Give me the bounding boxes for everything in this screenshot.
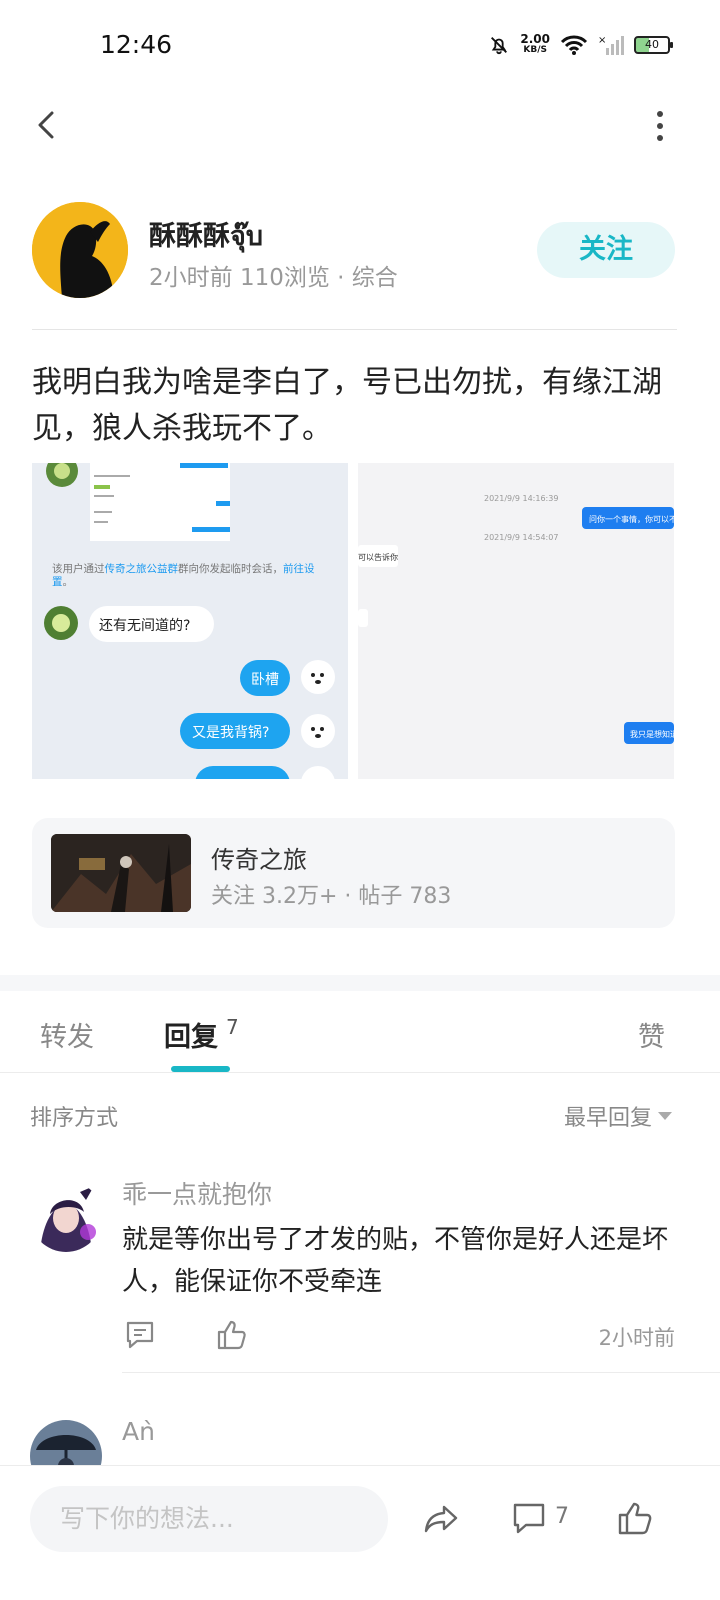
chat-time-2: 2021/9/9 14:54:07 bbox=[484, 533, 559, 542]
status-bar: 12:46 2.00 KB/S × 40 bbox=[0, 0, 720, 90]
chat-time-1: 2021/9/9 14:16:39 bbox=[484, 494, 559, 503]
comment-input[interactable]: 写下你的想法... bbox=[30, 1486, 388, 1552]
tab-active-indicator bbox=[171, 1066, 230, 1072]
game-stats: 关注 3.2万+ · 帖子 783 bbox=[211, 884, 452, 909]
comment-bubble-icon[interactable] bbox=[510, 1499, 548, 1537]
chat-screenshot-2 bbox=[358, 463, 674, 779]
follow-button[interactable]: 关注 bbox=[537, 222, 675, 278]
game-thumbnail bbox=[51, 834, 191, 912]
svg-text:×: × bbox=[598, 35, 606, 46]
more-dots-icon[interactable] bbox=[650, 108, 670, 144]
status-icons: 2.00 KB/S × 40 bbox=[488, 30, 673, 60]
post-author: 酥酥酥จุ๊บ 2小时前 110浏览 · 综合 关注 bbox=[32, 202, 675, 298]
chat-msg-in-1: 可以告诉你 bbox=[358, 553, 398, 562]
bottom-bar: 写下你的想法... 7 bbox=[0, 1465, 720, 1600]
comment-text: 就是等你出号了才发的贴，不管你是好人还是坏人，能保证你不受牵连 bbox=[122, 1225, 669, 1297]
tab-bar: 转发 回复 7 赞 bbox=[0, 991, 720, 1073]
author-avatar[interactable] bbox=[32, 202, 128, 298]
game-name: 传奇之旅 bbox=[211, 846, 307, 874]
sort-dropdown[interactable]: 最早回复 bbox=[564, 1100, 672, 1132]
chat-notice: 该用户通过传奇之旅公益群群向你发起临时会话，前往设置。 bbox=[52, 563, 315, 588]
like-icon[interactable] bbox=[616, 1499, 654, 1537]
reply-icon[interactable] bbox=[123, 1318, 157, 1352]
post-image-2[interactable]: 2021/9/9 14:16:39 问你一个事情，你可以不回 2021/9/9 … bbox=[358, 463, 674, 779]
status-time: 12:46 bbox=[100, 30, 173, 59]
post-image-1[interactable]: 该用户通过传奇之旅公益群群向你发起临时会话，前往设置。 还有无间道的? 卧槽 又… bbox=[32, 463, 348, 779]
tab-like[interactable]: 赞 bbox=[638, 1015, 665, 1054]
signal-icon: × bbox=[598, 35, 624, 55]
comment-avatar[interactable] bbox=[30, 1180, 102, 1252]
divider bbox=[32, 329, 677, 330]
author-name[interactable]: 酥酥酥จุ๊บ bbox=[149, 214, 263, 257]
chat-bubble-out-1: 卧槽 bbox=[251, 672, 279, 688]
comment-count: 7 bbox=[555, 1504, 569, 1529]
thumbs-up-icon[interactable] bbox=[215, 1318, 249, 1352]
chat-msg-out-1: 问你一个事情，你可以不回 bbox=[589, 515, 674, 524]
chat-bubble-out-2: 又是我背锅? bbox=[192, 725, 270, 741]
chat-bubble-in: 还有无间道的? bbox=[99, 618, 191, 634]
mute-bell-icon bbox=[491, 37, 508, 55]
chat-msg-out-2: 我只是想知道 bbox=[630, 730, 674, 739]
caret-down-icon bbox=[658, 1112, 672, 1120]
section-separator bbox=[0, 975, 720, 991]
comment-author[interactable]: Aǹ bbox=[122, 1417, 155, 1446]
net-speed: 2.00 KB/S bbox=[520, 32, 550, 55]
comment-author[interactable]: 乖一点就抱你 bbox=[122, 1175, 272, 1211]
battery-icon: 40 bbox=[634, 36, 673, 54]
tab-reply[interactable]: 回复 7 bbox=[164, 1015, 239, 1054]
tab-reply-label: 回复 bbox=[164, 1022, 218, 1053]
tab-forward[interactable]: 转发 bbox=[40, 1015, 94, 1054]
post-meta: 2小时前 110浏览 · 综合 bbox=[149, 265, 398, 291]
silhouette-avatar-image bbox=[32, 202, 128, 298]
wifi-icon bbox=[560, 35, 588, 55]
post-body-text: 我明白我为啥是李白了，号已出勿扰，有缘江湖见，狼人杀我玩不了。 bbox=[32, 365, 662, 446]
comment-time: 2小时前 bbox=[598, 1326, 675, 1350]
tab-reply-count: 7 bbox=[226, 1015, 239, 1039]
sort-label: 排序方式 bbox=[30, 1106, 119, 1131]
back-arrow-icon[interactable] bbox=[28, 105, 68, 145]
game-artwork-image bbox=[51, 834, 191, 912]
game-card[interactable]: 传奇之旅 关注 3.2万+ · 帖子 783 bbox=[32, 818, 675, 928]
top-nav bbox=[0, 100, 720, 150]
comment-divider bbox=[122, 1372, 720, 1373]
anime-avatar-image bbox=[30, 1180, 102, 1252]
sort-value: 最早回复 bbox=[563, 1106, 652, 1131]
share-icon[interactable] bbox=[422, 1499, 460, 1537]
